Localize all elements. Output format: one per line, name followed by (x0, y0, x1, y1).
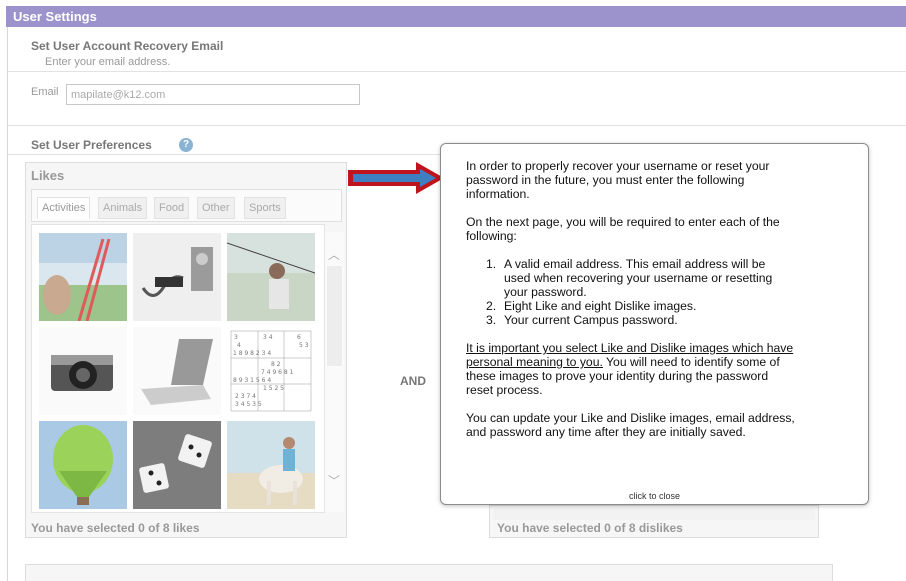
pole-vault-image[interactable] (39, 233, 127, 321)
list-item: Your current Campus password. (504, 313, 678, 327)
camera-image[interactable] (39, 327, 127, 415)
svg-text:3 4 5 3 5: 3 4 5 3 5 (235, 401, 262, 408)
tab-activities[interactable]: Activities (37, 197, 91, 219)
email-field[interactable] (66, 84, 360, 105)
svg-text:1 5 2 5: 1 5 2 5 (263, 385, 284, 392)
list-item: Eight Like and eight Dislike images. (504, 299, 697, 313)
zipline-image[interactable] (227, 233, 315, 321)
tab-food[interactable]: Food (154, 197, 190, 219)
likes-selected-count: You have selected 0 of 8 likes (31, 521, 200, 535)
divider (8, 125, 906, 126)
svg-text:8 9 3 1 5 6 4: 8 9 3 1 5 6 4 (233, 377, 271, 384)
likes-scrollbar[interactable]: ︿ ﹀ (325, 232, 344, 512)
popup-text: these images to prove your identity duri… (466, 369, 769, 383)
horse-riding-image[interactable] (227, 421, 315, 509)
list-number: 3. (486, 313, 497, 327)
popup-important-text: It is important you select Like and Disl… (466, 341, 794, 355)
preferences-title: Set User Preferences (31, 138, 152, 152)
dislikes-image-strip (493, 508, 815, 520)
svg-text:2 3 7 4: 2 3 7 4 (235, 393, 256, 400)
svg-text:6: 6 (297, 334, 301, 341)
dislikes-selected-count: You have selected 0 of 8 dislikes (497, 521, 683, 535)
divider (8, 71, 906, 72)
list-item: your password. (504, 285, 587, 299)
scroll-up-icon[interactable]: ︿ (328, 246, 340, 262)
svg-text:7 4 9 6 8 1: 7 4 9 6 8 1 (261, 369, 294, 376)
sudoku-image[interactable]: 3 3 4 6 4 5 3 1 8 9 8 2 3 48 27 4 9 6 8 18 9 … (227, 327, 315, 415)
recovery-email-title: Set User Account Recovery Email (31, 39, 224, 53)
tab-other[interactable]: Other (197, 197, 235, 219)
popup-text: You can update your Like and Dislike ima… (466, 411, 795, 425)
likes-title: Likes (31, 168, 65, 183)
and-label: AND (400, 374, 426, 388)
your-likes-panel (25, 564, 833, 581)
svg-text:4: 4 (237, 342, 241, 349)
scrollbar-thumb[interactable] (327, 266, 342, 366)
popup-text: In order to properly recover your userna… (466, 159, 770, 173)
dice-image[interactable] (133, 421, 221, 509)
list-number: 1. (486, 257, 497, 271)
user-settings-header: User Settings (6, 6, 906, 27)
question-icon[interactable]: ? (179, 138, 193, 152)
electrical-plug-image[interactable] (133, 233, 221, 321)
recovery-email-subtitle: Enter your email address. (45, 56, 171, 68)
list-item: A valid email address. This email addres… (504, 257, 766, 271)
likes-category-tabs: Activities Animals Food Other Sports (31, 189, 342, 222)
divider (8, 154, 440, 155)
popup-text: information. (466, 187, 530, 201)
svg-text:3: 3 (234, 334, 238, 341)
popup-text: and password any time after they are ini… (466, 425, 746, 439)
tab-sports[interactable]: Sports (244, 197, 286, 219)
svg-text:8 2: 8 2 (271, 361, 281, 368)
list-number: 2. (486, 299, 497, 313)
info-popup[interactable]: In order to properly recover your userna… (440, 143, 869, 505)
left-border (7, 27, 8, 581)
scroll-down-icon[interactable]: ﹀ (328, 472, 340, 488)
list-item: used when recovering your username or re… (504, 271, 773, 285)
popup-text: You will need to identify some of (602, 355, 780, 369)
click-to-close-link[interactable]: click to close (441, 489, 868, 503)
svg-text:3 4: 3 4 (263, 334, 273, 341)
svg-text:5 3: 5 3 (299, 342, 309, 349)
popup-important-text: personal meaning to you. (466, 355, 603, 369)
popup-text: personal meaning to you. You will need t… (466, 355, 780, 369)
header-title: User Settings (13, 9, 97, 24)
svg-text:1 8 9 8 2 3 4: 1 8 9 8 2 3 4 (233, 350, 271, 357)
hot-air-balloon-image[interactable] (39, 421, 127, 509)
popup-text: reset process. (466, 383, 543, 397)
likes-image-grid: 3 3 4 6 4 5 3 1 8 9 8 2 3 48 27 4 9 6 8 18 9 … (31, 224, 325, 513)
tab-animals[interactable]: Animals (98, 197, 148, 219)
popup-text: password in the future, you must enter t… (466, 173, 745, 187)
popup-text: following: (466, 229, 517, 243)
arrow-pointer-icon (348, 162, 444, 194)
email-label: Email (31, 86, 59, 98)
laptop-image[interactable] (133, 327, 221, 415)
popup-text: On the next page, you will be required t… (466, 215, 780, 229)
